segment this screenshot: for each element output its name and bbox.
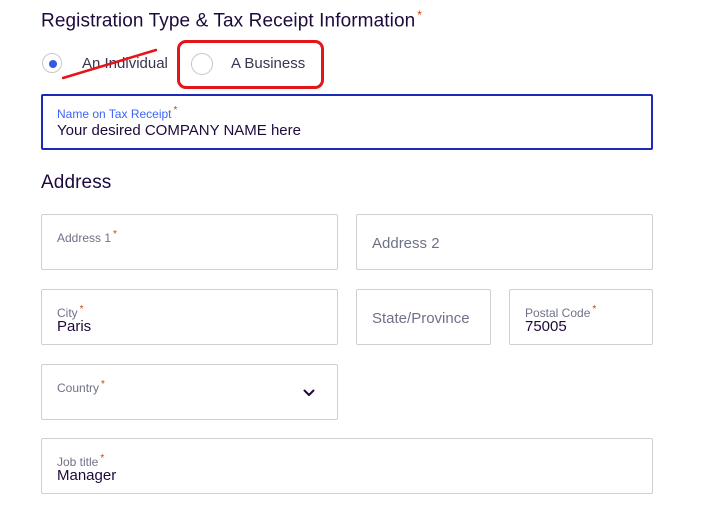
registration-form: Registration Type & Tax Receipt Informat…: [0, 0, 720, 511]
state-province-placeholder[interactable]: State/Province: [372, 310, 482, 327]
chevron-down-icon[interactable]: [303, 387, 315, 399]
address1-label: Address 1 *: [57, 229, 117, 245]
city-value[interactable]: Paris: [57, 318, 91, 335]
radio-individual[interactable]: [42, 53, 62, 73]
address-heading: Address: [41, 172, 112, 193]
country-label: Country *: [57, 379, 105, 395]
radio-individual-label[interactable]: An Individual: [82, 55, 168, 72]
address1-field[interactable]: Address 1 *: [41, 214, 338, 270]
postal-code-value[interactable]: 75005: [525, 318, 567, 335]
registration-type-title: Registration Type & Tax Receipt Informat…: [41, 10, 416, 32]
postal-code-field[interactable]: Postal Code * 75005: [509, 289, 653, 345]
address2-field[interactable]: Address 2: [356, 214, 653, 270]
address2-placeholder[interactable]: Address 2: [372, 235, 440, 252]
tax-receipt-name-label: Name on Tax Receipt *: [57, 105, 178, 121]
job-title-field[interactable]: Job title * Manager: [41, 438, 653, 494]
job-title-value[interactable]: Manager: [57, 467, 116, 484]
tax-receipt-name-field[interactable]: Name on Tax Receipt * Your desired COMPAN…: [41, 94, 653, 150]
country-select[interactable]: Country *: [41, 364, 338, 420]
city-field[interactable]: City * Paris: [41, 289, 338, 345]
annotation-highlight-box: [177, 40, 324, 89]
required-mark: *: [417, 8, 423, 22]
registration-type-heading: Registration Type & Tax Receipt Informat…: [41, 8, 422, 32]
tax-receipt-name-value[interactable]: Your desired COMPANY NAME here: [57, 122, 301, 139]
state-province-field[interactable]: State/Province: [356, 289, 491, 345]
